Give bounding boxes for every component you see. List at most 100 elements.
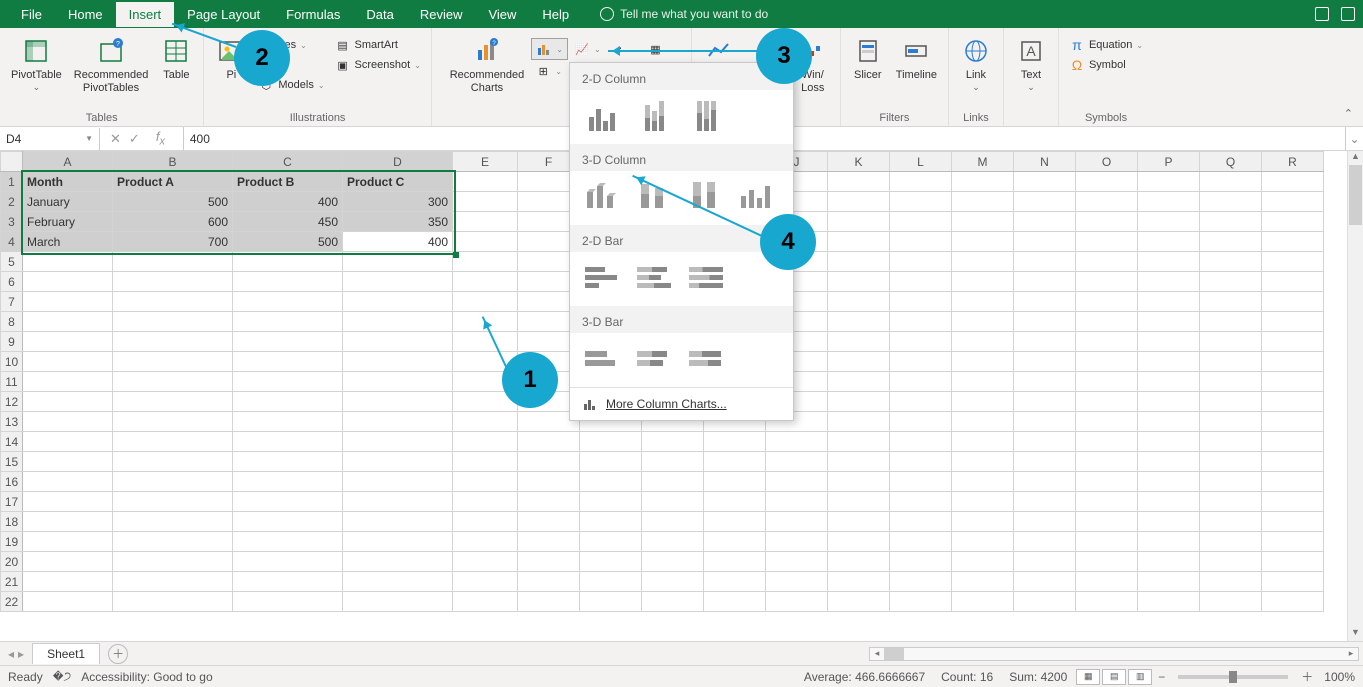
cell-I14[interactable] <box>704 432 766 452</box>
cell-B5[interactable] <box>113 252 233 272</box>
smartart-button[interactable]: ▤SmartArt <box>331 36 425 54</box>
cell-O19[interactable] <box>1076 532 1138 552</box>
scroll-down-icon[interactable]: ▼ <box>1348 627 1363 641</box>
cell-E14[interactable] <box>453 432 518 452</box>
cell-N19[interactable] <box>1014 532 1076 552</box>
cell-P1[interactable] <box>1138 172 1200 192</box>
chart-3d-100-stacked-bar[interactable] <box>682 339 730 377</box>
row-header-3[interactable]: 3 <box>1 212 23 232</box>
cell-R12[interactable] <box>1262 392 1324 412</box>
cell-B3[interactable]: 600 <box>113 212 233 232</box>
more-column-charts[interactable]: More Column Charts... <box>570 387 793 420</box>
row-header-7[interactable]: 7 <box>1 292 23 312</box>
cell-P3[interactable] <box>1138 212 1200 232</box>
cell-N20[interactable] <box>1014 552 1076 572</box>
cell-P22[interactable] <box>1138 592 1200 612</box>
cell-D9[interactable] <box>343 332 453 352</box>
cell-E2[interactable] <box>453 192 518 212</box>
cell-M12[interactable] <box>952 392 1014 412</box>
cell-L13[interactable] <box>890 412 952 432</box>
cell-C10[interactable] <box>233 352 343 372</box>
chart-3d-clustered-bar[interactable] <box>578 339 626 377</box>
cell-K9[interactable] <box>828 332 890 352</box>
cancel-formula-icon[interactable]: ✕ <box>110 131 121 147</box>
cell-Q12[interactable] <box>1200 392 1262 412</box>
cell-A5[interactable] <box>23 252 113 272</box>
cell-O4[interactable] <box>1076 232 1138 252</box>
cell-N13[interactable] <box>1014 412 1076 432</box>
cell-L10[interactable] <box>890 352 952 372</box>
cell-P15[interactable] <box>1138 452 1200 472</box>
cell-K16[interactable] <box>828 472 890 492</box>
cell-M10[interactable] <box>952 352 1014 372</box>
line-chart-button[interactable]: 📈⌄ <box>570 38 605 60</box>
cell-P6[interactable] <box>1138 272 1200 292</box>
cell-N9[interactable] <box>1014 332 1076 352</box>
cell-D7[interactable] <box>343 292 453 312</box>
cell-P19[interactable] <box>1138 532 1200 552</box>
cell-J15[interactable] <box>766 452 828 472</box>
menu-tab-insert[interactable]: Insert <box>116 2 175 27</box>
cell-Q4[interactable] <box>1200 232 1262 252</box>
cell-E19[interactable] <box>453 532 518 552</box>
cell-J20[interactable] <box>766 552 828 572</box>
collapse-ribbon-button[interactable]: ⌃ <box>1344 107 1353 120</box>
cell-I21[interactable] <box>704 572 766 592</box>
cell-A6[interactable] <box>23 272 113 292</box>
cell-B20[interactable] <box>113 552 233 572</box>
cell-B7[interactable] <box>113 292 233 312</box>
cell-G17[interactable] <box>580 492 642 512</box>
cell-F22[interactable] <box>518 592 580 612</box>
cell-M20[interactable] <box>952 552 1014 572</box>
cell-N11[interactable] <box>1014 372 1076 392</box>
cell-N18[interactable] <box>1014 512 1076 532</box>
view-page-break-button[interactable]: ▥ <box>1128 669 1152 685</box>
cell-J18[interactable] <box>766 512 828 532</box>
cell-F15[interactable] <box>518 452 580 472</box>
cell-I18[interactable] <box>704 512 766 532</box>
scroll-up-icon[interactable]: ▲ <box>1348 151 1363 165</box>
row-header-14[interactable]: 14 <box>1 432 23 452</box>
text-button[interactable]: AText⌄ <box>1010 32 1052 96</box>
cell-N21[interactable] <box>1014 572 1076 592</box>
cell-Q8[interactable] <box>1200 312 1262 332</box>
cell-O16[interactable] <box>1076 472 1138 492</box>
chart-stacked-bar[interactable] <box>630 258 678 296</box>
cell-L9[interactable] <box>890 332 952 352</box>
cell-D1[interactable]: Product C <box>343 172 453 192</box>
cell-O12[interactable] <box>1076 392 1138 412</box>
cell-B19[interactable] <box>113 532 233 552</box>
cell-A15[interactable] <box>23 452 113 472</box>
cell-I20[interactable] <box>704 552 766 572</box>
screenshot-button[interactable]: ▣Screenshot ⌄ <box>331 56 425 74</box>
cell-D22[interactable] <box>343 592 453 612</box>
cell-M4[interactable] <box>952 232 1014 252</box>
cell-M16[interactable] <box>952 472 1014 492</box>
cell-L18[interactable] <box>890 512 952 532</box>
cell-P9[interactable] <box>1138 332 1200 352</box>
column-header-K[interactable]: K <box>828 152 890 172</box>
pivottable-button[interactable]: PivotTable ⌄ <box>6 32 67 96</box>
cell-E15[interactable] <box>453 452 518 472</box>
cell-N14[interactable] <box>1014 432 1076 452</box>
cell-F18[interactable] <box>518 512 580 532</box>
cell-F14[interactable] <box>518 432 580 452</box>
cell-Q11[interactable] <box>1200 372 1262 392</box>
cell-D8[interactable] <box>343 312 453 332</box>
cell-L8[interactable] <box>890 312 952 332</box>
cell-N6[interactable] <box>1014 272 1076 292</box>
cell-N8[interactable] <box>1014 312 1076 332</box>
equation-button[interactable]: πEquation ⌄ <box>1065 36 1147 54</box>
column-header-R[interactable]: R <box>1262 152 1324 172</box>
cell-A17[interactable] <box>23 492 113 512</box>
enter-formula-icon[interactable]: ✓ <box>129 131 140 147</box>
cell-R2[interactable] <box>1262 192 1324 212</box>
cell-M18[interactable] <box>952 512 1014 532</box>
cell-A11[interactable] <box>23 372 113 392</box>
scroll-right-icon[interactable]: ▸ <box>1344 648 1358 659</box>
cell-R20[interactable] <box>1262 552 1324 572</box>
cell-C4[interactable]: 500 <box>233 232 343 252</box>
cell-G21[interactable] <box>580 572 642 592</box>
cell-O15[interactable] <box>1076 452 1138 472</box>
cell-B6[interactable] <box>113 272 233 292</box>
